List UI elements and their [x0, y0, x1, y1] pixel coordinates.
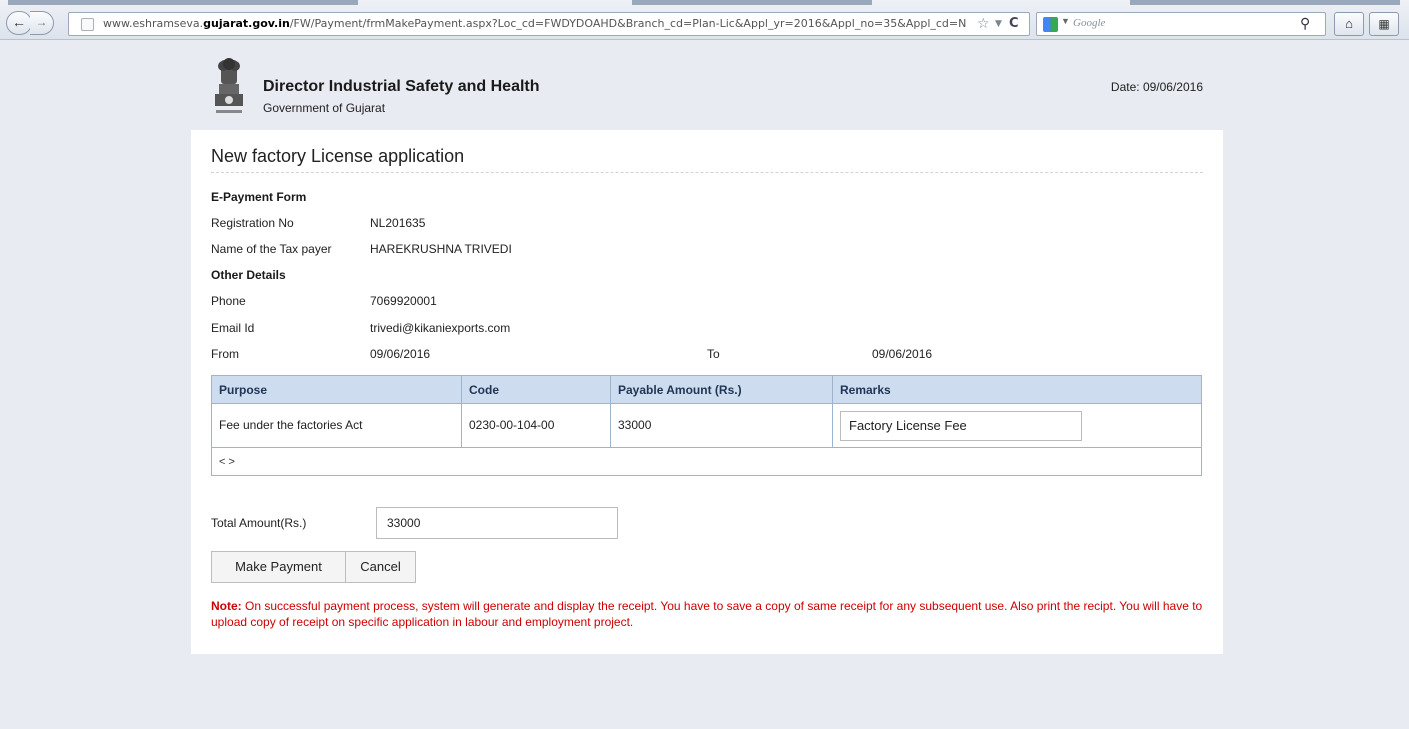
- taxpayer-value: HAREKRUSHNA TRIVEDI: [370, 242, 512, 256]
- grid-header-remarks: Remarks: [840, 383, 891, 397]
- search-engine-icon[interactable]: [1043, 17, 1058, 32]
- grid-header-amount: Payable Amount (Rs.): [611, 376, 833, 404]
- star-icon[interactable]: ☆: [977, 13, 990, 35]
- page-title: New factory License application: [211, 146, 465, 166]
- registration-value: NL201635: [370, 216, 426, 230]
- reload-icon[interactable]: C: [1009, 13, 1019, 35]
- org-name: Director Industrial Safety and Health: [263, 78, 540, 95]
- cancel-button[interactable]: Cancel: [345, 551, 416, 583]
- section-heading-other: Other Details: [211, 268, 286, 282]
- national-emblem-icon: [215, 58, 243, 113]
- site-icon: [81, 18, 94, 31]
- tab-inactive[interactable]: [8, 0, 358, 5]
- org-subtitle: Government of Gujarat: [263, 101, 386, 115]
- history-dropdown-icon[interactable]: ▼: [995, 13, 1002, 35]
- table-row: Fee under the factories Act 0230-00-104-…: [212, 404, 1201, 448]
- search-bar[interactable]: ▼ Google: [1036, 12, 1326, 36]
- url-path: /FW/Payment/frmMakePayment.aspx?Loc_cd=F…: [289, 17, 967, 30]
- url-prefix: www.eshramseva.: [103, 17, 204, 30]
- url-domain: gujarat.gov.in: [203, 17, 290, 30]
- back-icon: ←: [12, 14, 26, 30]
- search-placeholder: Google: [1073, 17, 1106, 29]
- from-label: From: [211, 347, 239, 361]
- back-button[interactable]: ←: [6, 11, 32, 35]
- phone-label: Phone: [211, 294, 246, 308]
- grid-header-row: Purpose Code Payable Amount (Rs.) Remark…: [212, 376, 1201, 404]
- addon-button[interactable]: ▦: [1369, 12, 1399, 36]
- grid-header-code: Code: [462, 376, 611, 404]
- note-prefix: Note:: [211, 599, 242, 613]
- email-label: Email Id: [211, 321, 255, 335]
- to-value: 09/06/2016: [872, 347, 933, 361]
- registration-label: Registration No: [211, 216, 294, 230]
- chevron-down-icon[interactable]: ▼: [1061, 16, 1070, 26]
- email-value: trivedi@kikaniexports.com: [370, 321, 511, 335]
- total-amount-label: Total Amount(Rs.): [211, 516, 307, 530]
- total-amount-field[interactable]: 33000: [376, 507, 618, 539]
- tab-inactive[interactable]: [1130, 0, 1400, 5]
- address-bar[interactable]: www.eshramseva.gujarat.gov.in/FW/Payment…: [68, 12, 1030, 36]
- from-value: 09/06/2016: [370, 347, 431, 361]
- browser-toolbar: ← → www.eshramseva.gujarat.gov.in/FW/Pay…: [0, 0, 1409, 40]
- grid-pager[interactable]: < >: [219, 456, 235, 468]
- payment-note: Note: On successful payment process, sys…: [211, 598, 1203, 630]
- home-icon: ⌂: [1345, 16, 1353, 31]
- forward-button[interactable]: →: [30, 11, 54, 35]
- current-date: Date: 09/06/2016: [1110, 80, 1203, 94]
- tab-inactive[interactable]: [632, 0, 872, 5]
- make-payment-button[interactable]: Make Payment: [211, 551, 346, 583]
- addon-icon: ▦: [1378, 17, 1390, 31]
- title-divider: [211, 172, 1203, 173]
- cell-code: 0230-00-104-00: [462, 404, 611, 447]
- payment-grid: Purpose Code Payable Amount (Rs.) Remark…: [211, 375, 1202, 476]
- to-label: To: [707, 347, 720, 361]
- main-panel: New factory License application E-Paymen…: [191, 130, 1223, 654]
- search-icon[interactable]: ⚲: [1300, 15, 1310, 32]
- forward-icon: →: [35, 15, 48, 29]
- phone-value: 7069920001: [370, 294, 437, 308]
- home-button[interactable]: ⌂: [1334, 12, 1364, 36]
- cell-amount: 33000: [611, 404, 833, 447]
- taxpayer-label: Name of the Tax payer: [211, 242, 332, 256]
- cell-purpose: Fee under the factories Act: [212, 404, 462, 447]
- url-text[interactable]: www.eshramseva.gujarat.gov.in/FW/Payment…: [103, 13, 983, 35]
- note-text: On successful payment process, system wi…: [211, 599, 1203, 629]
- section-heading-epayment: E-Payment Form: [211, 190, 307, 204]
- grid-header-purpose: Purpose: [212, 376, 462, 404]
- page-header: Director Industrial Safety and Health Go…: [191, 50, 1223, 130]
- remarks-input[interactable]: Factory License Fee: [840, 411, 1082, 441]
